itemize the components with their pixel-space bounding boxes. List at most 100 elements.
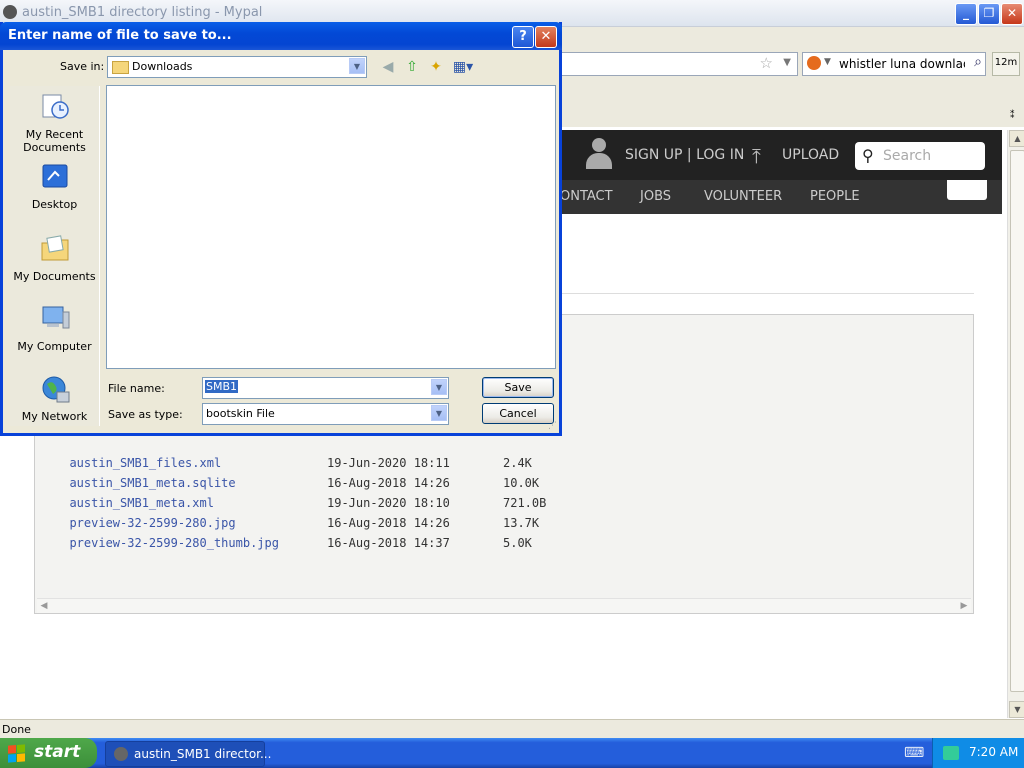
file-size: 10.0K: [503, 476, 540, 490]
desktop-icon: [42, 164, 67, 188]
dialog-title-bar: Enter name of file to save to... ? ✕: [0, 22, 562, 50]
address-dropdown-icon[interactable]: ▼: [783, 57, 791, 68]
file-size: 5.0K: [503, 536, 532, 550]
site-search-placeholder: Search: [883, 148, 932, 164]
chevron-down-icon[interactable]: ▼: [431, 379, 447, 395]
place-my-documents[interactable]: My Documents: [10, 234, 99, 283]
save-in-value: Downloads: [132, 60, 193, 73]
chevron-down-icon[interactable]: ▼: [349, 58, 365, 74]
browser-search-field[interactable]: ▼ whistler luna downlaod fo ⌕: [802, 52, 986, 76]
place-label: My Network: [21, 410, 88, 423]
save-in-dropdown[interactable]: Downloads ▼: [107, 56, 367, 78]
toolbar-overflow-icon[interactable]: ⁑: [1010, 111, 1015, 121]
bookmark-star-icon[interactable]: ☆: [760, 54, 773, 72]
browser-search-query[interactable]: whistler luna downlaod fo: [839, 57, 965, 71]
file-size: 721.0B: [503, 496, 547, 510]
listing-horizontal-scrollbar[interactable]: ◀ ▶: [37, 598, 971, 613]
scrollbar-thumb[interactable]: [1010, 150, 1024, 692]
scroll-down-icon[interactable]: ▼: [1009, 701, 1024, 718]
file-date: 16-Aug-2018 14:26: [327, 476, 450, 490]
taskbar: start austin_SMB1 director... 7:20 AM: [0, 738, 1024, 768]
file-size: 13.7K: [503, 516, 540, 530]
save-type-value: bootskin File: [206, 407, 275, 420]
my-computer-icon: [42, 306, 69, 329]
status-text: Done: [2, 723, 31, 736]
file-name-value[interactable]: SMB1: [205, 380, 239, 393]
help-button[interactable]: ?: [512, 26, 534, 48]
my-network-icon: [42, 376, 69, 403]
clock[interactable]: 7:20 AM: [969, 745, 1018, 759]
place-label: My Documents: [13, 270, 96, 283]
file-name-input[interactable]: SMB1 ▼: [202, 377, 449, 399]
nav-jobs[interactable]: JOBS: [640, 189, 671, 204]
minimize-button[interactable]: _: [955, 3, 977, 25]
place-label: Desktop: [31, 198, 78, 211]
file-date: 19-Jun-2020 18:11: [327, 456, 450, 470]
save-button[interactable]: Save: [482, 377, 554, 398]
save-in-label: Save in:: [60, 60, 105, 73]
place-my-computer[interactable]: My Computer: [10, 304, 99, 353]
file-date: 19-Jun-2020 18:10: [327, 496, 450, 510]
places-bar: My Recent Documents Desktop My Documents…: [10, 86, 100, 426]
network-tray-icon[interactable]: [943, 746, 959, 760]
page-vertical-scrollbar[interactable]: ▲ ▼: [1007, 130, 1024, 718]
nav-volunteer[interactable]: VOLUNTEER: [704, 189, 782, 204]
nav-tab-box: [947, 180, 987, 200]
file-list-view[interactable]: [106, 85, 556, 369]
address-bar[interactable]: ☆ ▼: [560, 52, 798, 76]
signup-login-link[interactable]: SIGN UP | LOG IN: [625, 147, 744, 163]
view-menu-icon[interactable]: ▦▾: [451, 58, 475, 76]
scroll-left-icon[interactable]: ◀: [37, 599, 51, 613]
search-icon: ⚲: [862, 146, 874, 165]
file-date: 16-Aug-2018 14:37: [327, 536, 450, 550]
place-my-network[interactable]: My Network: [10, 374, 99, 423]
browser-window-title: austin_SMB1 directory listing - Mypal: [22, 5, 263, 20]
restore-button[interactable]: ❐: [978, 3, 1000, 25]
dialog-close-button[interactable]: ✕: [535, 26, 557, 48]
scroll-right-icon[interactable]: ▶: [957, 599, 971, 613]
user-icon[interactable]: [586, 138, 612, 172]
keyboard-icon[interactable]: ⌨: [904, 745, 924, 761]
place-my-recent-documents[interactable]: My Recent Documents: [10, 92, 99, 154]
recent-documents-icon: [42, 94, 69, 119]
my-documents-icon: [41, 235, 68, 261]
dialog-title: Enter name of file to save to...: [8, 28, 232, 43]
chevron-down-icon[interactable]: ▼: [431, 405, 447, 421]
new-folder-icon[interactable]: ✦: [427, 58, 445, 76]
folder-icon: [112, 61, 129, 74]
window-close-button[interactable]: ✕: [1001, 3, 1023, 25]
search-engine-dropdown-icon[interactable]: ▼: [824, 57, 831, 67]
file-size: 2.4K: [503, 456, 532, 470]
file-date: 16-Aug-2018 14:26: [327, 516, 450, 530]
cancel-button[interactable]: Cancel: [482, 403, 554, 424]
save-type-dropdown[interactable]: bootskin File ▼: [202, 403, 449, 425]
place-desktop[interactable]: Desktop: [10, 162, 99, 211]
place-label: Documents: [23, 141, 86, 154]
mypal-app-icon: [114, 747, 128, 761]
upload-icon[interactable]: ⤒: [752, 144, 761, 168]
nav-people[interactable]: PEOPLE: [810, 189, 860, 204]
up-folder-icon[interactable]: ⇧: [403, 58, 421, 76]
search-icon[interactable]: ⌕: [974, 54, 982, 70]
file-name-label: File name:: [108, 382, 165, 395]
mypal-app-icon: [3, 5, 17, 19]
upload-link[interactable]: UPLOAD: [782, 147, 839, 163]
start-button[interactable]: start: [0, 738, 97, 768]
back-icon[interactable]: ◀: [379, 58, 397, 76]
place-label: My Computer: [17, 340, 92, 353]
windows-flag-icon: [8, 744, 25, 763]
divider: [560, 293, 974, 294]
file-link[interactable]: preview-32-2599-280_thumb.jpg: [69, 536, 279, 550]
taskbar-item-label: austin_SMB1 director...: [134, 747, 272, 761]
nav-contact[interactable]: ONTACT: [560, 189, 613, 204]
resize-grip-icon[interactable]: ⋰: [548, 421, 557, 431]
site-search-input[interactable]: ⚲ Search: [855, 142, 985, 170]
search-engine-icon[interactable]: [807, 56, 821, 70]
toolbar-badge[interactable]: 12m: [992, 52, 1020, 76]
taskbar-item-browser[interactable]: austin_SMB1 director...: [105, 741, 271, 767]
scroll-up-icon[interactable]: ▲: [1009, 130, 1024, 147]
save-type-label: Save as type:: [108, 408, 183, 421]
table-row: preview-32-2599-280_thumb.jpg 16-Aug-2018…: [55, 522, 531, 550]
status-bar: Done: [0, 719, 1024, 738]
start-label: start: [34, 742, 81, 762]
